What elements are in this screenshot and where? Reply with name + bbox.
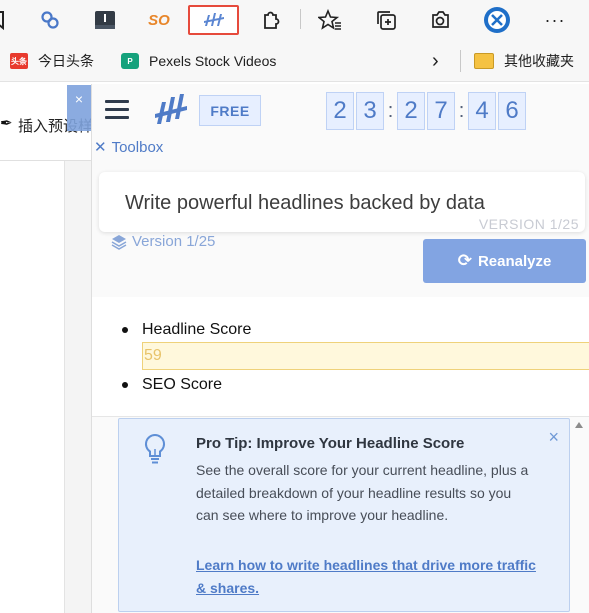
- toutiao-icon: 头条: [10, 53, 28, 69]
- lightbulb-icon: [143, 433, 167, 472]
- timer-digit: 7: [427, 92, 455, 130]
- seo-score-item[interactable]: SEO Score: [122, 376, 222, 394]
- bookmark-other-folder-label: 其他收藏夹: [504, 53, 574, 69]
- extensions-puzzle-icon[interactable]: [257, 6, 285, 34]
- bookmark-pexels[interactable]: P Pexels Stock Videos: [121, 50, 276, 72]
- toolbox-link[interactable]: ✕ Toolbox: [94, 138, 164, 157]
- bullet: [122, 327, 128, 333]
- seo-score-label: SEO Score: [142, 376, 223, 393]
- pro-tip-card: Pro Tip: Improve Your Headline Score × S…: [118, 418, 570, 612]
- browser-essentials-icon[interactable]: [426, 6, 454, 34]
- close-panel-button[interactable]: ×: [67, 85, 91, 131]
- pexels-icon: P: [121, 53, 139, 69]
- refresh-icon: ⟳: [457, 251, 472, 270]
- collections-icon[interactable]: [372, 6, 400, 34]
- headline-score-label: Headline Score: [142, 321, 252, 338]
- bookmarks-separator: [460, 50, 461, 72]
- version-selector[interactable]: Version 1/25: [111, 233, 215, 250]
- version-label: Version 1/25: [132, 233, 216, 250]
- score-list: Headline Score 59 SEO Score: [92, 297, 589, 417]
- close-icon: ×: [74, 91, 84, 107]
- headline-analyzer-panel: FREE 2 3 : 2 7 : 4 6 ✕ Toolbox Write pow…: [91, 84, 589, 613]
- timer-digit: 4: [468, 92, 496, 130]
- bookmark-cut-icon[interactable]: [0, 6, 14, 34]
- browser-toolbar: SO ···: [0, 0, 589, 40]
- timer-digit: 2: [326, 92, 354, 130]
- pro-tip-learn-link[interactable]: Learn how to write headlines that drive …: [196, 554, 536, 600]
- reanalyze-label: Reanalyze: [477, 252, 552, 270]
- scrollbar-up-arrow-icon[interactable]: [575, 422, 583, 428]
- pro-tip-body: See the overall score for your current h…: [196, 462, 529, 523]
- so-search-label: SO: [148, 11, 170, 29]
- link-icon[interactable]: [36, 6, 64, 34]
- pro-tip-close-icon[interactable]: ×: [548, 427, 559, 448]
- reanalyze-button[interactable]: ⟳ Reanalyze: [423, 239, 586, 283]
- toolbox-label: Toolbox: [111, 138, 164, 156]
- timer-colon: :: [458, 99, 465, 122]
- favorites-star-icon[interactable]: [316, 6, 344, 34]
- bookmark-other-folder[interactable]: 其他收藏夹: [474, 50, 574, 72]
- hamburger-menu-icon[interactable]: [105, 100, 129, 120]
- bookmark-toutiao[interactable]: 头条 今日头条: [10, 50, 94, 72]
- headline-analyzer-icon[interactable]: [188, 5, 239, 35]
- headline-score-value: 59: [142, 342, 589, 370]
- version-watermark: VERSION 1/25: [478, 216, 579, 232]
- dark-panel-icon[interactable]: [91, 6, 119, 34]
- background-side-strip: [64, 161, 92, 613]
- bookmarks-bar: 头条 今日头条 P Pexels Stock Videos › 其他收藏夹: [0, 40, 589, 82]
- edge-profile-icon[interactable]: [483, 6, 511, 34]
- more-menu-icon[interactable]: ···: [541, 6, 569, 34]
- tools-icon: ✕: [94, 139, 107, 156]
- feather-icon: ✒: [0, 115, 13, 132]
- free-badge: FREE: [199, 95, 261, 126]
- so-search-icon[interactable]: SO: [145, 6, 173, 34]
- countdown-timer: 2 3 : 2 7 : 4 6: [326, 92, 528, 130]
- headline-text: Write powerful headlines backed by data: [125, 192, 485, 214]
- timer-digit: 3: [356, 92, 384, 130]
- layers-icon: [111, 234, 127, 250]
- bookmark-pexels-label: Pexels Stock Videos: [149, 53, 277, 69]
- folder-icon: [474, 53, 494, 69]
- bookmarks-overflow-chevron-icon[interactable]: ›: [432, 50, 439, 72]
- timer-colon: :: [387, 99, 394, 122]
- chevron-right-icon: ›: [432, 49, 439, 72]
- pro-tip-title: Pro Tip: Improve Your Headline Score: [196, 435, 465, 452]
- timer-digit: 2: [397, 92, 425, 130]
- bullet: [122, 382, 128, 388]
- toolbar-separator: [300, 9, 301, 29]
- headline-score-item[interactable]: Headline Score: [122, 321, 251, 339]
- bookmark-toutiao-label: 今日头条: [38, 53, 94, 69]
- more-menu-label: ···: [544, 9, 566, 30]
- coschedule-logo-icon: [154, 92, 188, 133]
- timer-digit: 6: [498, 92, 526, 130]
